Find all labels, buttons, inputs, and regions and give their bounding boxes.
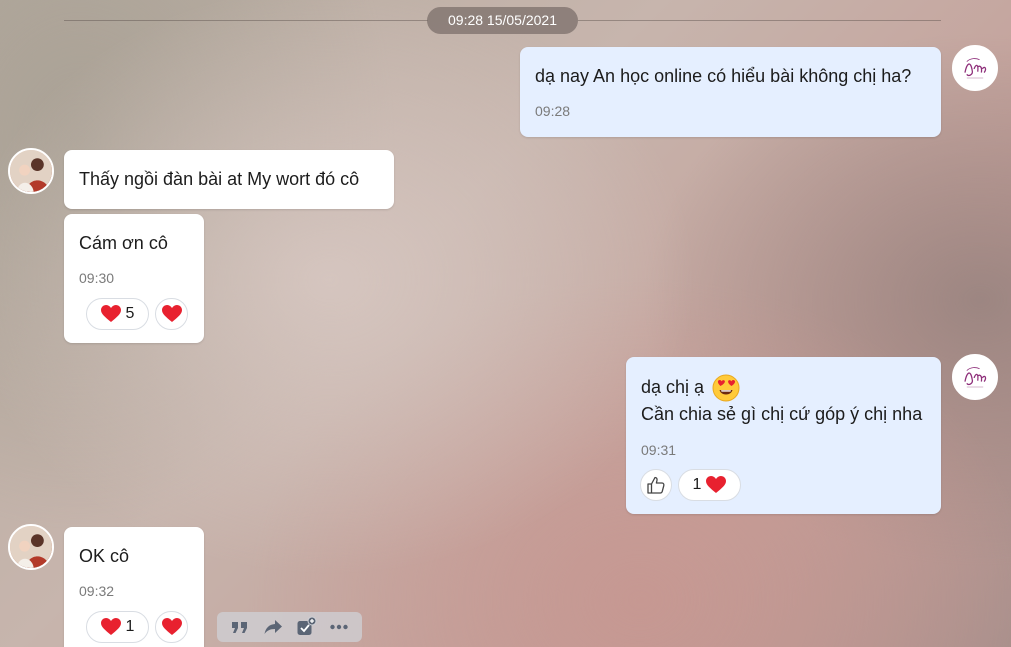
more-icon — [330, 624, 349, 630]
reaction-count: 1 — [125, 618, 135, 635]
message-line: dạ chị ạ — [641, 374, 740, 402]
message-bubble-outgoing[interactable]: dạ nay An học online có hiểu bài không c… — [520, 47, 941, 137]
message-line-text: dạ chị ạ — [641, 377, 705, 397]
quote-button[interactable] — [228, 615, 252, 639]
message-time: 09:32 — [79, 583, 115, 599]
message-line-text: Cần chia sẻ gì chị cứ góp ý chị nha — [641, 404, 923, 424]
more-button[interactable] — [327, 615, 351, 639]
self-avatar[interactable] — [952, 45, 998, 91]
message-time: 09:31 — [641, 442, 677, 458]
forward-button[interactable] — [261, 615, 285, 639]
message-text: Cám ơn cô — [79, 233, 168, 253]
date-divider-line-right — [578, 20, 941, 21]
message-bubble-incoming[interactable]: OK cô 09:32 1 — [64, 527, 204, 647]
heart-icon — [161, 305, 182, 322]
reaction-count: 5 — [125, 305, 135, 322]
add-reaction-button[interactable] — [155, 298, 188, 330]
heart-icon — [100, 305, 121, 322]
message-text: dạ nay An học online có hiểu bài không c… — [535, 66, 912, 86]
message-text: OK cô — [79, 546, 130, 566]
self-avatar[interactable] — [952, 354, 998, 400]
add-task-button[interactable] — [294, 615, 318, 639]
contact-avatar[interactable] — [8, 148, 54, 194]
message-time: 09:30 — [79, 270, 115, 286]
add-task-icon — [297, 616, 317, 635]
contact-avatar[interactable] — [8, 524, 54, 570]
date-divider-line-left — [64, 20, 428, 21]
message-bubble-incoming[interactable]: Thấy ngồi đàn bài at My wort đó cô — [64, 150, 394, 209]
message-time: 09:28 — [535, 103, 571, 119]
quote-icon — [231, 622, 247, 633]
like-button[interactable] — [640, 469, 672, 501]
reaction-summary[interactable]: 5 — [86, 298, 149, 330]
message-text: Thấy ngồi đàn bài at My wort đó cô — [79, 169, 360, 189]
forward-icon — [264, 620, 282, 634]
heart-icon — [100, 618, 121, 635]
heart-icon — [706, 476, 727, 493]
message-bubble-incoming[interactable]: Cám ơn cô 09:30 5 — [64, 214, 204, 343]
thumbs-up-icon — [647, 476, 665, 494]
heart-eyes-emoji — [712, 374, 740, 402]
reaction-summary[interactable]: 1 — [86, 611, 149, 643]
add-reaction-button[interactable] — [155, 611, 188, 643]
reaction-count: 1 — [692, 476, 702, 493]
message-bubble-outgoing[interactable]: dạ chị ạ Cần chia sẻ gì chị cứ góp ý chị… — [626, 357, 941, 514]
reaction-summary[interactable]: 1 — [678, 469, 741, 501]
message-action-toolbar — [217, 612, 362, 642]
date-divider: 09:28 15/05/2021 — [427, 7, 578, 34]
heart-icon — [161, 618, 182, 635]
